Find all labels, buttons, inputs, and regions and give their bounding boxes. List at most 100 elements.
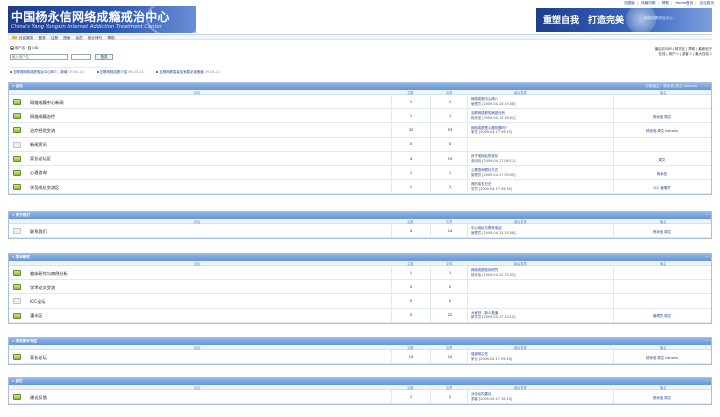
section-moderators: 分类版主：杨永信 周文 hahaha — [645, 84, 697, 88]
collapse-icon[interactable]: − — [705, 338, 708, 345]
last-post: 对论坛的建议 游客 [2009-04-17 10:20] — [471, 392, 512, 401]
last-post-author[interactable]: 管理员 [2009-04-13 15:58] — [471, 231, 515, 236]
forum-name-link[interactable]: 建议反馈 — [30, 395, 47, 401]
forum-row: 学员成长交流区 1 1 我的成长日记 学员 [2009-04-17 09:30] ICC … — [9, 180, 711, 195]
folder-icon — [13, 113, 21, 120]
top-link[interactable]: 风格切换 — [641, 1, 655, 5]
top-link[interactable]: 帮助 — [662, 1, 669, 5]
last-post-author[interactable]: 家长 [2009-04-17 09:25] — [471, 130, 512, 135]
last-post-author[interactable]: 新学员 [2009-04-17 10:15] — [471, 315, 515, 320]
announcement-item[interactable]: 互联网瘾患者及家属必读报道 09-04-13 — [156, 70, 220, 74]
last-post-author[interactable]: 管理员 [2009-04-17 09:00] — [471, 173, 515, 178]
post-count: 2 — [448, 394, 452, 399]
nav-search[interactable]: 搜索 — [63, 36, 70, 40]
moderator-link[interactable]: 杨永信 周文 — [615, 229, 709, 234]
forum-name-link[interactable]: 家长论坛 — [30, 355, 47, 361]
section-header[interactable]: » 关于我们 − — [9, 212, 711, 219]
section-title[interactable]: » 学员家长专区 — [12, 339, 37, 343]
announcement-item[interactable]: 互联网网络成瘾戒治中心简介，新增 09-04-13 — [10, 70, 84, 74]
nav-stats[interactable]: 统计排行 — [88, 36, 102, 40]
site-logo-banner[interactable]: 中国杨永信网络成瘾戒治中心 China's Yang Yongxin Inter… — [8, 6, 196, 33]
section-title[interactable]: » 关于我们 — [12, 213, 30, 217]
section-header[interactable]: » 其它 − — [9, 378, 711, 385]
topic-count: 0 — [409, 142, 413, 147]
moderator-link[interactable]: 杨永信 周文 — [615, 395, 709, 400]
section-title[interactable]: » 其它 — [12, 379, 23, 383]
forum-name-link[interactable]: 心理咨询 — [30, 170, 47, 176]
bullet-icon — [96, 71, 99, 73]
last-post-author[interactable]: 学员 [2009-04-17 09:30] — [471, 187, 512, 192]
moderator-link[interactable]: 周文 — [615, 157, 709, 162]
topic-count: 10 — [408, 354, 414, 359]
moderator-link[interactable]: ICC 管理员 — [615, 185, 709, 190]
forum-name-link[interactable]: 网络成瘾治疗 — [30, 114, 55, 120]
post-count: 53 — [447, 128, 453, 133]
nav-register[interactable]: 注册 — [51, 36, 58, 40]
folder-icon — [13, 354, 21, 360]
post-count: 10 — [447, 354, 453, 359]
last-post-author[interactable]: 张妈妈 [2009-04-17 08:11] — [471, 159, 515, 164]
moderator-link[interactable]: 杨永信 周文 hahaha — [615, 355, 709, 360]
forum-name-link[interactable]: 临床研究与病例分析 — [30, 271, 68, 277]
username-input[interactable] — [10, 54, 68, 60]
moderator-link[interactable]: 杨永信 周文 — [615, 114, 709, 119]
forum-name-link[interactable]: ICC论坛 — [30, 299, 45, 305]
last-post-author[interactable]: 杨永信 [2009-04-13 16:02] — [471, 116, 515, 121]
folder-icon — [13, 155, 21, 162]
login-form: 用户名 UID 登录 — [10, 46, 114, 69]
forum-name-link[interactable]: 治疗经验交流 — [30, 128, 55, 134]
folder-icon — [13, 99, 21, 105]
radio-username[interactable] — [10, 46, 14, 50]
forum-name-link[interactable]: 灌水区 — [30, 313, 43, 319]
topic-count: 1 — [409, 184, 413, 189]
collapse-icon[interactable]: − — [705, 83, 708, 90]
last-post-author[interactable]: 家长 [2009-04-17 09:48] — [471, 357, 512, 362]
post-count: 1 — [448, 270, 452, 275]
section-header[interactable]: » 学员家长专区 − — [9, 338, 711, 345]
folder-icon — [13, 127, 21, 134]
post-count: 22 — [447, 313, 453, 318]
nav-members[interactable]: 会员 — [76, 36, 83, 40]
forum-name-link[interactable]: 家长论坛区 — [30, 156, 51, 162]
folder-icon — [13, 184, 21, 191]
moderator-link[interactable]: 杨永信 周文 hahaha — [615, 128, 709, 133]
section-header[interactable]: » 学术研究 − — [9, 254, 711, 261]
post-count: 1 — [448, 99, 452, 104]
radio-uid[interactable] — [27, 46, 32, 50]
last-post-author[interactable]: 游客 [2009-04-17 10:20] — [471, 397, 512, 402]
moderator-link[interactable]: 管理员 周文 — [615, 313, 709, 318]
section-title[interactable]: » 学术研究 — [12, 255, 30, 259]
nav-help[interactable]: 帮助 — [107, 36, 114, 40]
top-link[interactable]: 论坛首页 — [700, 1, 714, 5]
forum-row: 家长论坛 10 10 感谢杨主任 家长 [2009-04-17 09:48] 杨永信 周文… — [9, 350, 711, 365]
top-link[interactable]: Home首页 — [675, 1, 693, 5]
login-button[interactable]: 登录 — [94, 54, 114, 60]
forum-name-link[interactable]: 网络成瘾中心新闻 — [30, 100, 64, 106]
radio-username-label: 用户名 — [14, 46, 26, 50]
section-header[interactable]: » 论坛 分类版主：杨永信 周文 hahaha − — [9, 83, 711, 90]
topic-count: 1 — [409, 270, 413, 275]
forum-row: 临床研究与病例分析 1 1 网络成瘾临床研究 杨永信 [2009-04-13 15:55… — [9, 266, 711, 281]
collapse-icon[interactable]: − — [705, 378, 708, 385]
collapse-icon[interactable]: − — [705, 254, 708, 261]
nav-community[interactable]: 社区服务 — [12, 36, 33, 40]
last-post-author[interactable]: 杨永信 [2009-04-13 15:55] — [471, 273, 515, 278]
post-count: 0 — [448, 284, 452, 289]
forum-row: 家长论坛区 4 19 孩子戒网后的变化 张妈妈 [2009-04-17 08:11] 周文 — [9, 151, 711, 166]
forum-name-link[interactable]: 学术论文交流 — [30, 285, 55, 291]
forum-name-link[interactable]: 联系我们 — [30, 229, 47, 235]
folder-icon — [13, 270, 21, 276]
nav-login[interactable]: 登录 — [39, 36, 46, 40]
password-input[interactable] — [71, 54, 92, 60]
collapse-icon[interactable]: − — [705, 212, 708, 219]
forum-name-link[interactable]: 学员成长交流区 — [30, 185, 59, 191]
forum-section: » 学术研究 − 论坛 主题 文章 最后发表 版主 临床研究与病例分析 1 1 网络成瘾临床研究 杨永… — [8, 253, 712, 324]
folder-icon — [13, 228, 21, 234]
section-title[interactable]: » 论坛 — [12, 84, 23, 88]
moderator-link[interactable]: 杨永信 — [615, 171, 709, 176]
top-link[interactable]: 无图版 — [624, 1, 635, 5]
nav-bar: 社区服务 登录 注册 搜索 会员 统计排行 帮助 — [8, 34, 712, 40]
last-post-author[interactable]: 管理员 [2009-04-13 15:58] — [471, 102, 515, 107]
announcement-item[interactable]: 互联网络成瘾介绍 09-04-13 — [96, 70, 143, 74]
forum-name-link[interactable]: 新闻资讯 — [30, 142, 47, 148]
